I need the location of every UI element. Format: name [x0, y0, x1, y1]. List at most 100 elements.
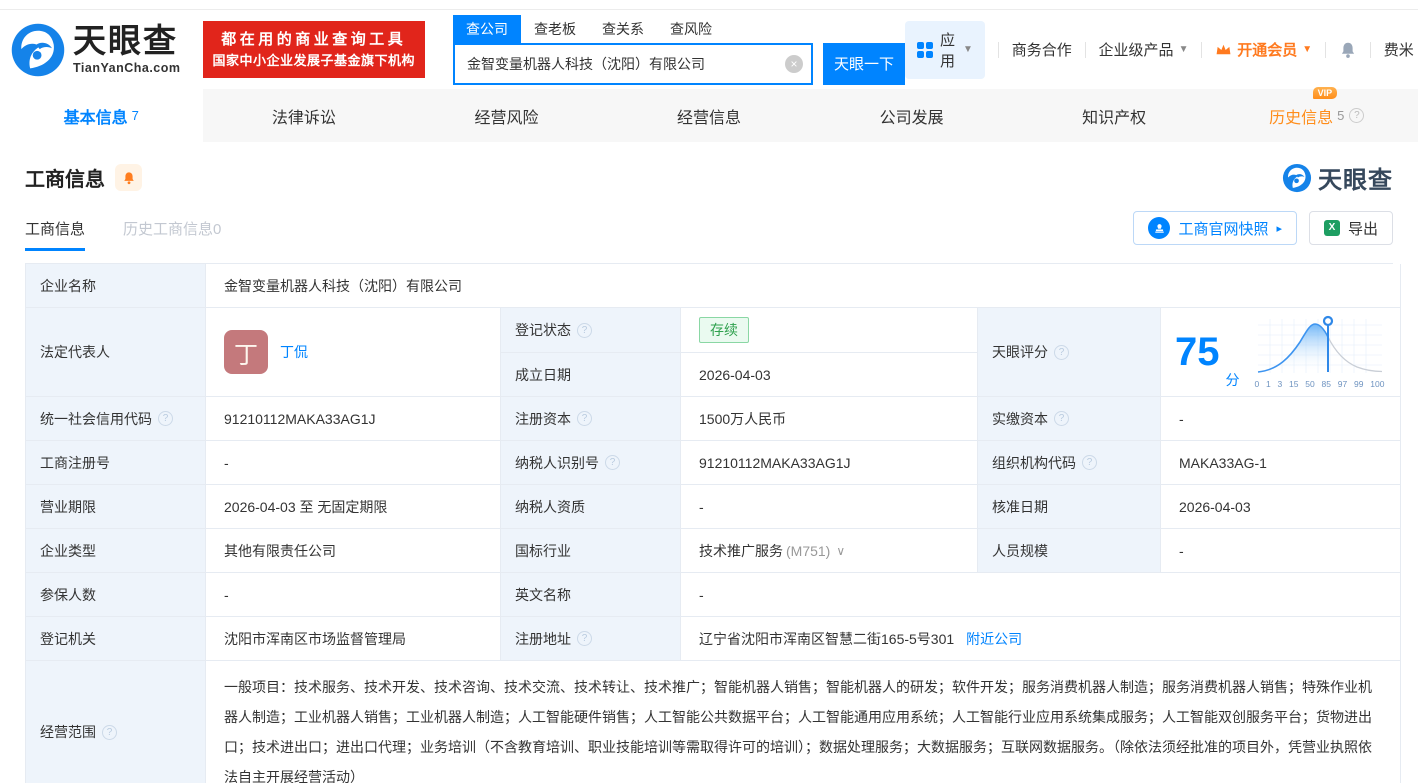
tab-operation-risk[interactable]: 经营风险: [405, 89, 608, 142]
legal-rep-value: 丁 丁侃: [206, 308, 501, 397]
tab-intellectual-property[interactable]: 知识产权: [1013, 89, 1216, 142]
legal-rep-avatar[interactable]: 丁: [224, 330, 268, 374]
tab-history-info[interactable]: 历史信息 VIP 5 ?: [1215, 86, 1418, 142]
chevron-down-icon: ▼: [1302, 44, 1313, 55]
help-icon[interactable]: ?: [102, 724, 117, 740]
industry-label: 国标行业: [501, 529, 681, 573]
approval-date-value: 2026-04-03: [1161, 485, 1401, 529]
help-icon[interactable]: ?: [577, 322, 592, 338]
promo-line2: 国家中小企业发展子基金旗下机构: [212, 53, 416, 69]
taxpayer-quality-label: 纳税人资质: [501, 485, 681, 529]
menu-cooperation[interactable]: 商务合作: [1012, 39, 1072, 60]
org-code-value: MAKA33AG-1: [1161, 441, 1401, 485]
monitor-bell-icon[interactable]: [115, 164, 142, 191]
legal-rep-label: 法定代表人: [26, 308, 206, 397]
tyc-score-label: 天眼评分?: [978, 308, 1161, 397]
search-block: 查公司 查老板 查关系 查风险 × 天眼一下: [453, 14, 906, 85]
username: 费米: [1383, 42, 1414, 59]
search-input[interactable]: [453, 42, 814, 85]
search-tab-relation[interactable]: 查关系: [589, 15, 657, 43]
reg-address-value: 辽宁省沈阳市浑南区智慧二街165-5号301 附近公司: [681, 617, 1401, 661]
tab-label: 基本信息: [63, 109, 128, 127]
chevron-down-icon[interactable]: ∨: [836, 544, 845, 558]
tab-label: 公司发展: [879, 109, 944, 127]
tianyancha-watermark: 天眼查: [1282, 160, 1393, 195]
crown-icon: [1216, 44, 1231, 55]
help-icon[interactable]: ?: [1082, 455, 1097, 470]
logo-title: 天眼查: [73, 22, 178, 60]
notification-bell-icon[interactable]: [1339, 41, 1357, 59]
business-term-value: 2026-04-03 至 无固定期限: [206, 485, 501, 529]
company-type-value: 其他有限责任公司: [206, 529, 501, 573]
subtab-row: 工商信息 历史工商信息0 工商官网快照 ▸ X 导出: [0, 205, 1418, 251]
company-type-label: 企业类型: [26, 529, 206, 573]
menu-enterprise[interactable]: 企业级产品 ▼: [1099, 39, 1189, 60]
enterprise-label: 企业级产品: [1098, 42, 1174, 59]
english-name-label: 英文名称: [501, 573, 681, 617]
menu-divider: [1201, 41, 1203, 58]
chevron-down-icon: ▼: [1178, 44, 1189, 55]
reg-capital-value: 1500万人民币: [681, 397, 978, 441]
industry-value[interactable]: 技术推广服务 (M751) ∨: [681, 529, 978, 573]
help-icon[interactable]: ?: [1349, 108, 1365, 123]
legal-rep-link[interactable]: 丁侃: [280, 342, 308, 362]
help-icon[interactable]: ?: [577, 631, 592, 646]
menu-vip[interactable]: 开通会员 ▼: [1215, 39, 1312, 60]
subtab-history-business-info[interactable]: 历史工商信息0: [123, 206, 221, 251]
search-tab-company[interactable]: 查公司: [453, 14, 522, 43]
watermark-text: 天眼查: [1318, 167, 1393, 194]
english-name-value: -: [681, 573, 1401, 617]
score-number: 75: [1175, 330, 1220, 374]
tianyancha-logo-icon: [11, 23, 65, 76]
tab-basic-info[interactable]: 基本信息 7: [0, 89, 203, 142]
promo-line1: 都在用的商业查询工具: [221, 30, 407, 48]
tyc-score-value[interactable]: 75 分 0 1 3 15 50 85 97 99 100: [1161, 308, 1401, 397]
insured-count-label: 参保人数: [26, 573, 206, 617]
site-header: 天眼查 TianYanCha.com 都在用的商业查询工具 国家中小企业发展子基…: [0, 10, 1418, 89]
tab-label: 知识产权: [1082, 109, 1147, 127]
tab-operation-info[interactable]: 经营信息: [608, 89, 811, 142]
search-tab-risk[interactable]: 查风险: [657, 15, 725, 43]
insured-count-value: -: [206, 573, 501, 617]
help-icon[interactable]: ?: [605, 455, 620, 470]
search-tabs: 查公司 查老板 查关系 查风险: [453, 14, 905, 43]
paid-capital-value: -: [1161, 397, 1401, 441]
company-name-value: 金智变量机器人科技（沈阳）有限公司: [206, 264, 1401, 308]
staff-size-label: 人员规模: [978, 529, 1161, 573]
business-term-label: 营业期限: [26, 485, 206, 529]
stamp-icon: [1148, 217, 1171, 239]
promo-banner: 都在用的商业查询工具 国家中小企业发展子基金旗下机构: [202, 20, 426, 79]
excel-icon: X: [1323, 220, 1340, 236]
org-code-label: 组织机构代码?: [978, 441, 1161, 485]
tab-label: 历史信息: [1269, 109, 1334, 127]
help-icon[interactable]: ?: [1054, 344, 1069, 360]
search-tab-boss[interactable]: 查老板: [521, 15, 589, 43]
help-icon[interactable]: ?: [1054, 411, 1069, 426]
score-unit: 分: [1225, 372, 1240, 388]
credit-code-value: 91210112MAKA33AG1J: [206, 397, 501, 441]
help-icon[interactable]: ?: [158, 411, 173, 426]
menu-divider: [997, 41, 999, 58]
tab-label: 经营风险: [474, 109, 539, 127]
user-menu[interactable]: 费米 ▼: [1384, 39, 1418, 60]
arrow-right-icon: ▸: [1276, 222, 1282, 235]
paid-capital-label: 实缴资本?: [978, 397, 1161, 441]
search-button[interactable]: 天眼一下: [823, 42, 906, 85]
tab-company-development[interactable]: 公司发展: [810, 89, 1013, 142]
tianyancha-logo[interactable]: 天眼查 TianYanCha.com: [10, 22, 181, 78]
logo-domain: TianYanCha.com: [73, 60, 181, 75]
apps-menu[interactable]: 应用 ▼: [905, 20, 985, 79]
nearby-companies-link[interactable]: 附近公司: [966, 629, 1022, 649]
clear-search-icon[interactable]: ×: [785, 54, 804, 73]
tab-label: 经营信息: [677, 109, 742, 127]
score-distribution-chart: 0 1 3 15 50 85 97 99 100: [1254, 315, 1386, 389]
official-snapshot-button[interactable]: 工商官网快照 ▸: [1133, 211, 1297, 245]
taxpayer-quality-value: -: [681, 485, 978, 529]
help-icon[interactable]: ?: [577, 411, 592, 426]
subtab-business-info[interactable]: 工商信息: [25, 206, 86, 251]
section-title: 工商信息: [25, 169, 105, 191]
export-button[interactable]: X 导出: [1308, 211, 1393, 245]
export-label: 导出: [1347, 220, 1378, 238]
tab-legal-litigation[interactable]: 法律诉讼: [203, 89, 406, 142]
snapshot-label: 工商官网快照: [1178, 220, 1269, 238]
